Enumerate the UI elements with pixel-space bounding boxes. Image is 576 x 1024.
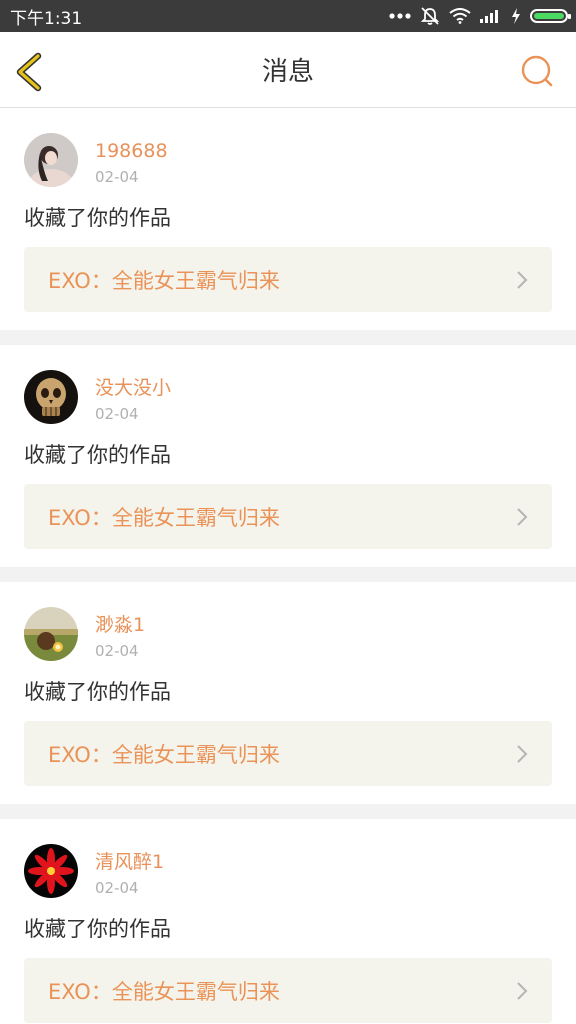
work-title: EXO：全能女王霸气归来 xyxy=(48,505,280,530)
user-name[interactable]: 清风醉1 xyxy=(95,851,164,873)
separator xyxy=(0,804,576,819)
message-date: 02-04 xyxy=(95,642,139,660)
user-name[interactable]: 198688 xyxy=(95,140,168,162)
message-list: 198688 02-04 收藏了你的作品 EXO：全能女王霸气归来 没大没小 0… xyxy=(0,108,576,1024)
chevron-left-icon xyxy=(16,52,42,92)
page-title: 消息 xyxy=(261,57,314,87)
chevron-right-icon xyxy=(517,981,528,1000)
back-button[interactable] xyxy=(12,52,48,92)
status-bar: 下午1:31 xyxy=(0,0,576,32)
status-time: 下午1:31 xyxy=(10,8,83,29)
battery-icon xyxy=(530,9,571,23)
action-text: 收藏了你的作品 xyxy=(24,680,171,704)
action-text: 收藏了你的作品 xyxy=(24,206,171,230)
signal-icon xyxy=(480,10,498,23)
work-link[interactable]: EXO：全能女王霸气归来 xyxy=(24,721,552,786)
separator xyxy=(0,330,576,345)
status-icons xyxy=(389,6,571,26)
message-date: 02-04 xyxy=(95,168,139,186)
user-name[interactable]: 没大没小 xyxy=(95,377,171,399)
work-link[interactable]: EXO：全能女王霸气归来 xyxy=(24,484,552,549)
search-icon xyxy=(521,55,553,87)
avatar[interactable] xyxy=(24,133,78,187)
message-card: 清风醉1 02-04 收藏了你的作品 EXO：全能女王霸气归来 xyxy=(0,819,576,1024)
message-card: 198688 02-04 收藏了你的作品 EXO：全能女王霸气归来 xyxy=(0,108,576,330)
work-title: EXO：全能女王霸气归来 xyxy=(48,268,280,293)
user-name[interactable]: 渺淼1 xyxy=(95,614,145,636)
work-link[interactable]: EXO：全能女王霸气归来 xyxy=(24,958,552,1023)
nav-bar: 消息 xyxy=(0,32,576,108)
charging-icon xyxy=(512,8,520,24)
work-title: EXO：全能女王霸气归来 xyxy=(48,979,280,1004)
message-date: 02-04 xyxy=(95,405,139,423)
avatar[interactable] xyxy=(24,607,78,661)
chevron-right-icon xyxy=(517,744,528,763)
chevron-right-icon xyxy=(517,270,528,289)
action-text: 收藏了你的作品 xyxy=(24,917,171,941)
avatar[interactable] xyxy=(24,370,78,424)
message-card: 没大没小 02-04 收藏了你的作品 EXO：全能女王霸气归来 xyxy=(0,345,576,567)
more-dots-icon xyxy=(389,13,411,19)
work-title: EXO：全能女王霸气归来 xyxy=(48,742,280,767)
separator xyxy=(0,567,576,582)
wifi-icon xyxy=(449,8,471,24)
message-date: 02-04 xyxy=(95,879,139,897)
avatar[interactable] xyxy=(24,844,78,898)
search-button[interactable] xyxy=(520,54,556,90)
mute-bell-icon xyxy=(420,7,440,25)
action-text: 收藏了你的作品 xyxy=(24,443,171,467)
work-link[interactable]: EXO：全能女王霸气归来 xyxy=(24,247,552,312)
chevron-right-icon xyxy=(517,507,528,526)
message-card: 渺淼1 02-04 收藏了你的作品 EXO：全能女王霸气归来 xyxy=(0,582,576,804)
